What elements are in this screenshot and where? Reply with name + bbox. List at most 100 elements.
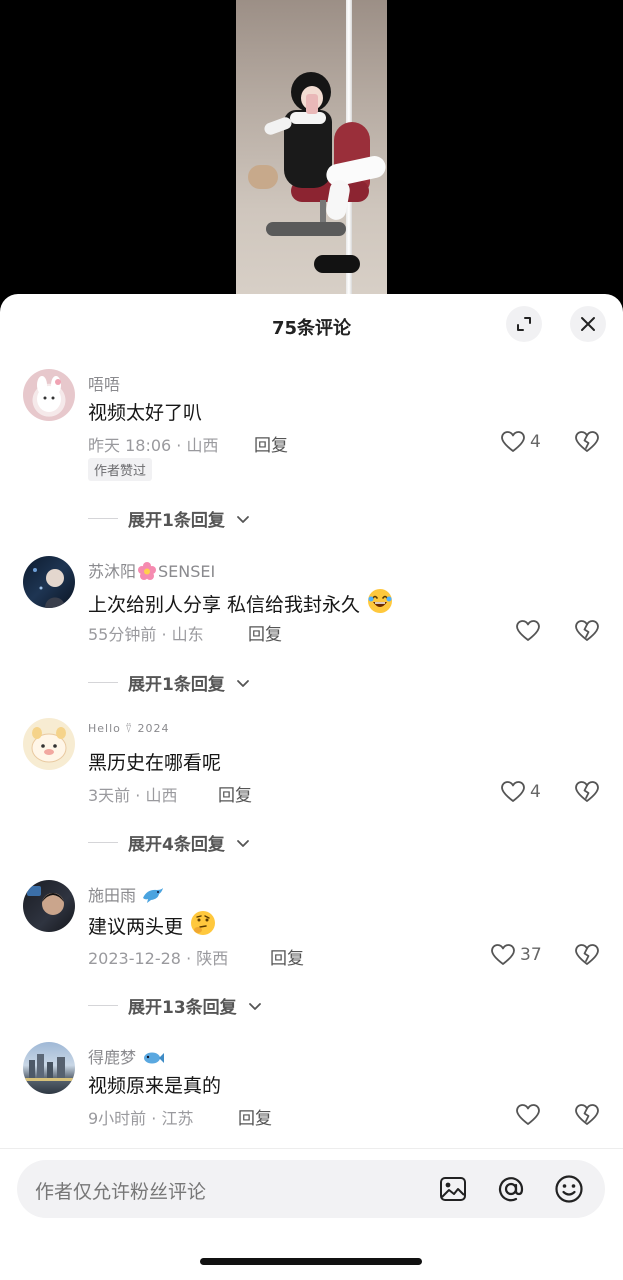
comment-text: 视频原来是真的 [88,1075,222,1097]
laughing-emoji-icon [368,589,393,613]
expand-divider [88,518,118,519]
chevron-down-icon [248,1002,261,1010]
comment-meta: 2023-12-28 · 陕西 [88,949,229,968]
comment-text-content: 建议两头更 [88,916,184,938]
reply-button[interactable]: 回复 [248,620,282,645]
heart-outline-icon [516,1104,540,1125]
dislike-button[interactable] [574,619,600,647]
input-divider [0,1148,623,1149]
reply-button[interactable]: 回复 [270,944,304,969]
author-liked-badge: 作者赞过 [88,458,153,481]
broken-heart-icon [575,1104,599,1125]
video-thumbnail[interactable] [236,0,387,300]
at-icon [498,1177,524,1202]
broken-heart-icon [575,620,599,641]
expand-replies-label: 展开1条回复 [128,511,225,531]
avatar-image [33,568,65,608]
dislike-button[interactable] [574,943,600,971]
avatar-image [27,886,64,915]
comment-username[interactable]: 得鹿梦 [88,1044,165,1068]
chair-base-graphic [266,222,346,236]
comment-username[interactable]: 唔唔 [88,371,120,395]
avatar-image [37,376,61,412]
heart-outline-icon [501,781,525,802]
expand-replies-button[interactable]: 展开13条回复 [88,993,263,1018]
heart-outline-icon [516,620,540,641]
like-button[interactable] [515,1103,545,1127]
sheet-header: 75条评论 [0,294,623,356]
fish-emoji-icon [144,1052,165,1064]
expand-replies-button[interactable]: 展开1条回复 [88,670,251,695]
dolphin-emoji-icon [143,888,164,903]
comment-text-content: 上次给别人分享 私信给我封永久 [88,594,361,616]
comment-text: 黑历史在哪看呢 [88,752,222,774]
comment-input[interactable]: 作者仅允许粉丝评论 [35,1177,206,1204]
heart-outline-icon [501,431,525,452]
avatar[interactable] [23,369,75,421]
comment-text: 视频太好了叭 [88,402,203,424]
like-count: 4 [530,782,541,802]
username-text: 得鹿梦 [88,1048,137,1067]
reply-button[interactable]: 回复 [238,1104,272,1129]
emoji-button[interactable] [554,1174,584,1204]
comment-input-bar[interactable]: 作者仅允许粉丝评论 [17,1160,605,1218]
comment-text: 上次给别人分享 私信给我封永久 [88,587,394,617]
like-button[interactable]: 4 [500,430,541,454]
comment-meta: 昨天 18:06 · 山西 [88,436,219,455]
comment-sheet: 75条评论 唔唔 视频太好了叭 昨天 18:06 · 山西 回复 4 作者赞过 … [0,294,623,1280]
comment-username[interactable]: 苏沐阳 SENSEI [88,558,215,582]
avatar-image [31,727,67,763]
expand-icon [517,317,531,331]
mention-button[interactable] [496,1174,526,1204]
expand-button[interactable] [506,306,542,342]
expand-divider [88,682,118,683]
comment-meta: 9小时前 · 江苏 [88,1109,194,1128]
avatar[interactable] [23,880,75,932]
broken-heart-icon [575,781,599,802]
thinking-emoji-icon [191,911,216,935]
heart-outline-icon [491,944,515,965]
dislike-button[interactable] [574,430,600,458]
comment-meta: 55分钟前 · 山东 [88,625,204,644]
bag-graphic [248,165,278,189]
reply-button[interactable]: 回复 [218,781,252,806]
like-button[interactable] [515,619,545,643]
expand-replies-button[interactable]: 展开1条回复 [88,506,251,531]
username-text: 施田雨 [88,886,137,905]
avatar[interactable] [23,1042,75,1094]
home-indicator [200,1258,422,1265]
dislike-button[interactable] [574,1103,600,1131]
expand-replies-label: 展开4条回复 [128,835,225,855]
like-count: 4 [530,432,541,452]
avatar[interactable] [23,718,75,770]
close-button[interactable] [570,306,606,342]
expand-divider [88,1005,118,1006]
comment-text: 建议两头更 [88,909,217,939]
username-text: 苏沐阳 [88,562,137,581]
smiley-icon [555,1175,583,1203]
expand-replies-label: 展开13条回复 [128,998,237,1018]
chevron-down-icon [236,679,249,687]
image-button[interactable] [438,1174,468,1204]
comment-username[interactable]: Hello ⍢ 2024 [88,722,169,736]
chevron-down-icon [236,839,249,847]
expand-replies-button[interactable]: 展开4条回复 [88,830,251,855]
comment-username[interactable]: 施田雨 [88,882,165,906]
broken-heart-icon [575,431,599,452]
image-icon [440,1177,466,1201]
like-button[interactable]: 37 [490,943,542,967]
phone-graphic [306,94,318,114]
dislike-button[interactable] [574,780,600,808]
shoes-graphic [314,255,360,273]
close-icon [581,317,595,331]
expand-replies-label: 展开1条回复 [128,675,225,695]
like-button[interactable]: 4 [500,780,541,804]
reply-button[interactable]: 回复 [254,431,288,456]
avatar-image [23,1054,75,1081]
flower-emoji-icon [138,562,157,580]
avatar[interactable] [23,556,75,608]
broken-heart-icon [575,944,599,965]
chevron-down-icon [236,515,249,523]
video-background [0,0,623,310]
username-suffix: SENSEI [158,562,216,581]
